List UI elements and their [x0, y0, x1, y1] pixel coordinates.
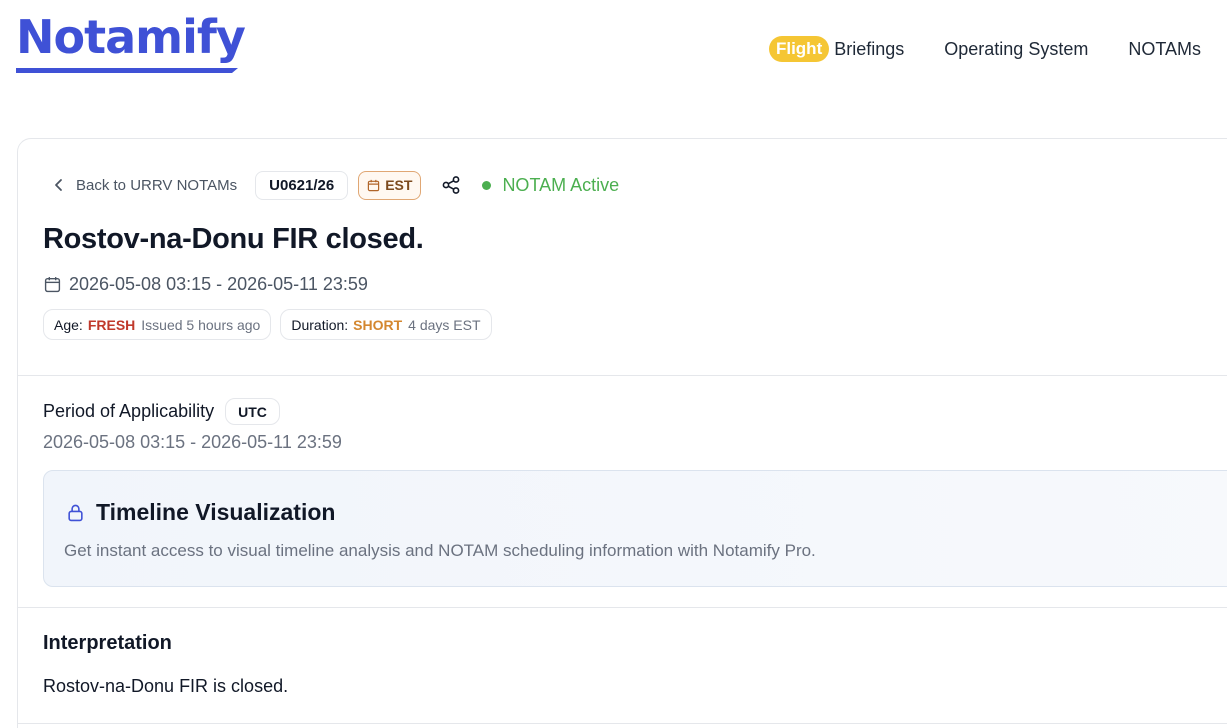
- duration-detail: 4 days EST: [408, 316, 481, 333]
- duration-badge: Duration: SHORT 4 days EST: [280, 309, 492, 340]
- nav-briefings-label: Briefings: [834, 38, 905, 59]
- top-navigation: Flight Briefings Operating System NOTAMs: [768, 34, 1201, 64]
- duration-value: SHORT: [353, 316, 403, 333]
- back-link[interactable]: Back to URRV NOTAMs: [54, 177, 237, 194]
- est-chip[interactable]: EST: [358, 170, 422, 200]
- age-label: Age:: [54, 316, 83, 333]
- section-divider: [18, 607, 1227, 608]
- logo-underline: [16, 66, 238, 73]
- chevron-left-icon: [55, 179, 62, 191]
- age-value: FRESH: [87, 316, 136, 333]
- applicability-header: Period of Applicability UTC: [43, 398, 280, 425]
- notam-detail-card: Back to URRV NOTAMs U0621/26 EST NOTAM A…: [17, 138, 1227, 728]
- nav-flight-briefings[interactable]: Flight Briefings: [768, 36, 905, 62]
- status-dot: [482, 180, 492, 190]
- back-link-label: Back to URRV NOTAMs: [76, 176, 238, 194]
- flight-pill: Flight: [768, 36, 830, 62]
- nav-operating-system[interactable]: Operating System: [944, 39, 1088, 60]
- status-label: NOTAM Active: [502, 174, 620, 195]
- notam-id-chip[interactable]: U0621/26: [255, 170, 349, 200]
- share-button[interactable]: [441, 175, 461, 195]
- utc-chip[interactable]: UTC: [225, 398, 280, 425]
- section-divider: [18, 723, 1227, 724]
- section-divider: [18, 375, 1227, 376]
- notam-title: Rostov-na-Donu FIR closed.: [43, 223, 424, 255]
- lock-icon: [68, 504, 83, 522]
- pro-box-header: Timeline Visualization: [66, 499, 335, 526]
- notam-meta: Age: FRESH Issued 5 hours ago Duration: …: [43, 309, 492, 340]
- calendar-icon: [367, 179, 380, 191]
- applicability-label: Period of Applicability: [43, 401, 215, 421]
- duration-label: Duration:: [291, 316, 349, 333]
- est-label: EST: [385, 177, 413, 193]
- interpretation-title: Interpretation: [43, 632, 172, 654]
- share-icon: [443, 176, 460, 194]
- applicability-dates: 2026-05-08 03:15 - 2026-05-11 23:59: [43, 432, 342, 452]
- notam-date-range: 2026-05-08 03:15 - 2026-05-11 23:59: [44, 274, 368, 295]
- age-detail: Issued 5 hours ago: [141, 316, 261, 333]
- age-badge: Age: FRESH Issued 5 hours ago: [43, 309, 272, 340]
- timeline-pro-upsell[interactable]: Timeline Visualization Get instant acces…: [43, 470, 1227, 587]
- notamify-logo[interactable]: Notamify: [16, 14, 246, 60]
- pro-box-text: Get instant access to visual timeline an…: [64, 541, 816, 560]
- interpretation-text: Rostov-na-Donu FIR is closed.: [43, 676, 289, 696]
- notam-toolbar: Back to URRV NOTAMs U0621/26 EST NOTAM A…: [54, 170, 619, 200]
- nav-notams[interactable]: NOTAMs: [1128, 39, 1201, 60]
- calendar-icon: [44, 277, 61, 293]
- pro-box-title: Timeline Visualization: [96, 499, 336, 525]
- date-range-text: 2026-05-08 03:15 - 2026-05-11 23:59: [69, 274, 368, 294]
- notam-status: NOTAM Active: [482, 175, 619, 196]
